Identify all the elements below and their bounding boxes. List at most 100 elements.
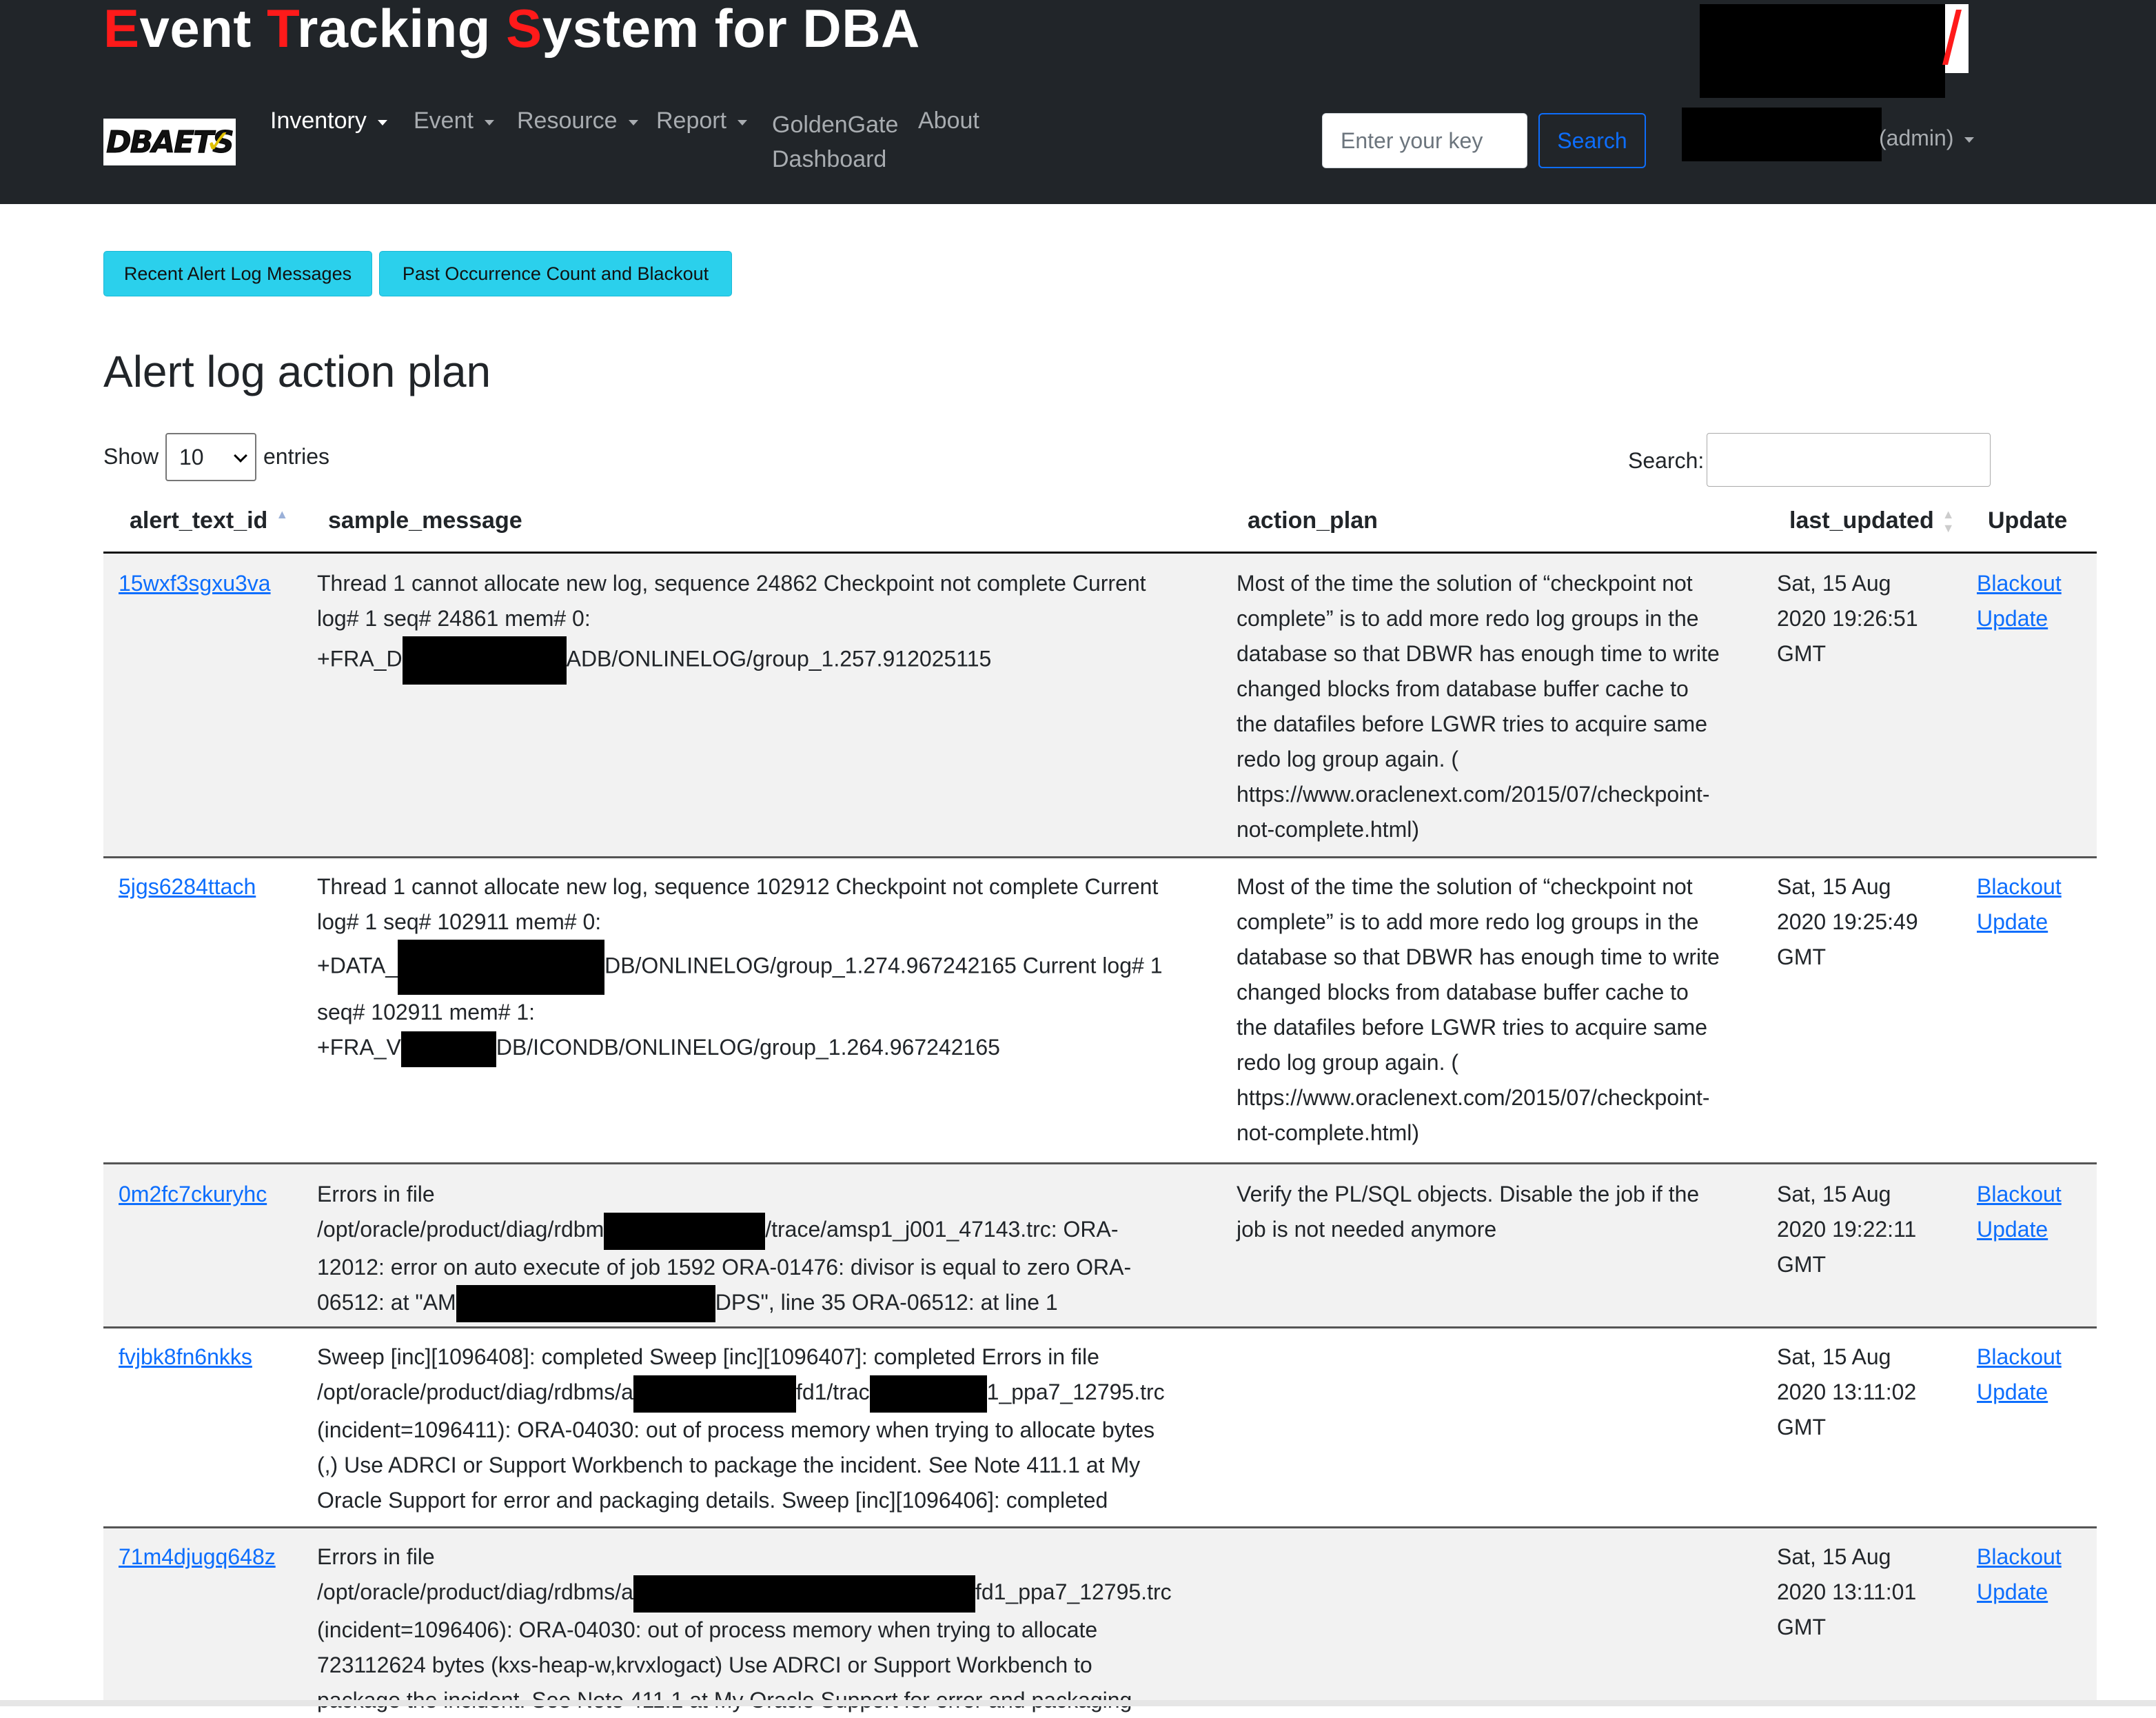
table-search-input[interactable] — [1707, 433, 1991, 487]
blackout-link[interactable]: Blackout — [1977, 1177, 2094, 1212]
plan-line: changed blocks from database buffer cach… — [1237, 980, 1689, 1004]
redacted-username — [1682, 108, 1882, 161]
date-line: 2020 19:25:49 — [1777, 909, 1918, 934]
alert-id-link[interactable]: 0m2fc7ckuryhc — [119, 1177, 325, 1212]
user-menu[interactable]: (admin) — [1879, 125, 1975, 151]
plan-line: https://www.oraclenext.com/2015/07/check… — [1237, 782, 1710, 807]
plan-line: Verify the PL/SQL objects. Disable the j… — [1237, 1182, 1700, 1206]
message-line: +FRA_D ADB/ONLINELOG/group_1.257.91202511… — [317, 636, 1213, 685]
sample-message-cell: Errors in file /opt/oracle/product/diag/… — [317, 1177, 1213, 1323]
blackout-link[interactable]: Blackout — [1977, 1340, 2094, 1375]
page-title: Alert log action plan — [103, 347, 491, 396]
redacted-text — [400, 1031, 496, 1067]
title-letter-t: T — [267, 0, 297, 59]
sort-icon: ▲ ▼ — [1942, 507, 1955, 535]
nav-event[interactable]: Event — [414, 108, 494, 134]
plan-line: the datafiles before LGWR tries to acqui… — [1237, 711, 1707, 736]
date-line: GMT — [1777, 1415, 1827, 1439]
column-header-update[interactable]: Update — [1988, 507, 2067, 534]
message-text: 06512: at "AM — [317, 1289, 456, 1315]
blackout-link[interactable]: Blackout — [1977, 566, 2094, 601]
message-line: Errors in file — [317, 1182, 435, 1206]
redacted-text — [402, 636, 567, 685]
blackout-link[interactable]: Blackout — [1977, 869, 2094, 905]
date-line: Sat, 15 Aug — [1777, 1182, 1891, 1206]
date-line: Sat, 15 Aug — [1777, 874, 1891, 899]
message-line: Thread 1 cannot allocate new log, sequen… — [317, 874, 1159, 899]
plan-line: redo log group again. ( — [1237, 1050, 1458, 1075]
date-line: Sat, 15 Aug — [1777, 1544, 1891, 1569]
dbaets-logo[interactable]: DBAETS ✓ — [103, 119, 236, 165]
update-link[interactable]: Update — [1977, 1575, 2094, 1610]
past-occurrence-count-button[interactable]: Past Occurrence Count and Blackout — [379, 251, 732, 296]
alert-id-link[interactable]: 5jgs6284ttach — [119, 869, 325, 905]
nav-inventory-label: Inventory — [270, 108, 367, 134]
entries-select-value: 10 — [179, 444, 204, 469]
nav-inventory[interactable]: Inventory — [270, 108, 387, 134]
message-text: ADB/ONLINELOG/group_1.257.912025115 — [566, 646, 992, 671]
action-plan-cell: Most of the time the solution of “checkp… — [1237, 869, 1767, 1151]
sample-message-cell: Sweep [inc][1096408]: completed Sweep [i… — [317, 1340, 1213, 1518]
plan-line: changed blocks from database buffer cach… — [1237, 676, 1689, 701]
nav-dashboard-label: Dashboard — [772, 146, 887, 172]
nav-resource[interactable]: Resource — [517, 108, 638, 134]
column-header-last-updated[interactable]: last_updated ▲ ▼ — [1789, 507, 1955, 535]
search-button[interactable]: Search — [1538, 113, 1646, 168]
redacted-corner — [1942, 4, 1969, 73]
blackout-link[interactable]: Blackout — [1977, 1539, 2094, 1575]
redacted-text — [456, 1285, 715, 1323]
action-plan-cell: Most of the time the solution of “checkp… — [1237, 566, 1767, 847]
recent-alert-log-messages-button[interactable]: Recent Alert Log Messages — [103, 251, 372, 296]
nav-resource-label: Resource — [517, 108, 618, 134]
update-cell: Blackout Update — [1977, 1340, 2094, 1410]
last-updated-cell: Sat, 15 Aug 2020 13:11:01 GMT — [1777, 1539, 1977, 1645]
show-label: Show — [103, 444, 159, 469]
redacted-text — [869, 1375, 987, 1413]
plan-line: complete” is to add more redo log groups… — [1237, 606, 1699, 631]
column-header-action-plan[interactable]: action_plan — [1248, 507, 1378, 534]
nav-about[interactable]: About — [918, 108, 979, 134]
nav-goldengate-dashboard[interactable]: GoldenGate Dashboard — [772, 108, 898, 176]
plan-line: complete” is to add more redo log groups… — [1237, 909, 1699, 934]
last-updated-cell: Sat, 15 Aug 2020 19:25:49 GMT — [1777, 869, 1977, 975]
entries-per-page-select[interactable]: 10 — [165, 433, 256, 481]
alert-id-link[interactable]: 71m4djugq648z — [119, 1539, 325, 1575]
date-line: 2020 19:26:51 — [1777, 606, 1918, 631]
message-text: +FRA_D — [317, 646, 403, 671]
title-letter-s: S — [506, 0, 542, 59]
message-line: Sweep [inc][1096408]: completed Sweep [i… — [317, 1344, 1099, 1369]
column-label: sample_message — [328, 507, 522, 534]
nav-report[interactable]: Report — [656, 108, 748, 134]
alert-id-link[interactable]: fvjbk8fn6nkks — [119, 1340, 325, 1375]
nav-event-label: Event — [414, 108, 474, 134]
message-line: +DATA_ DB/ONLINELOG/group_1.274.967242165… — [317, 940, 1213, 995]
last-updated-cell: Sat, 15 Aug 2020 19:22:11 GMT — [1777, 1177, 1977, 1282]
column-header-alert-text-id[interactable]: alert_text_id ▲ — [130, 507, 288, 534]
update-link[interactable]: Update — [1977, 1375, 2094, 1410]
message-text: DB/ICONDB/ONLINELOG/group_1.264.96724216… — [496, 1035, 1000, 1060]
redacted-block — [1700, 4, 1945, 98]
message-line: +FRA_V DB/ICONDB/ONLINELOG/group_1.264.96… — [317, 1030, 1213, 1067]
entries-label: entries — [263, 444, 330, 469]
plan-line: Most of the time the solution of “checkp… — [1237, 874, 1693, 899]
row-id-cell: 71m4djugq648z — [119, 1539, 325, 1575]
top-navbar: Event Tracking System for DBA DBAETS ✓ I… — [0, 0, 2156, 204]
column-header-sample-message[interactable]: sample_message — [328, 507, 522, 534]
message-line: /opt/oracle/product/diag/rdbms/a fd1_ppa7… — [317, 1575, 1213, 1613]
update-link[interactable]: Update — [1977, 1212, 2094, 1247]
table-row: fvjbk8fn6nkks Sweep [inc][1096408]: comp… — [103, 1328, 2097, 1528]
table-row: 0m2fc7ckuryhc Errors in file /opt/oracle… — [103, 1164, 2097, 1328]
message-text: DPS", line 35 ORA-06512: at line 1 — [715, 1289, 1058, 1315]
title-part: ystem for DBA — [542, 0, 920, 59]
caret-down-icon — [738, 119, 748, 125]
message-text: 1_ppa7_12795.trc — [986, 1380, 1165, 1404]
update-link[interactable]: Update — [1977, 905, 2094, 940]
sample-message-cell: Errors in file /opt/oracle/product/diag/… — [317, 1539, 1213, 1718]
update-link[interactable]: Update — [1977, 601, 2094, 636]
redacted-text — [633, 1375, 796, 1413]
message-text: fd1_ppa7_12795.trc — [975, 1579, 1172, 1604]
last-updated-cell: Sat, 15 Aug 2020 19:26:51 GMT — [1777, 566, 1977, 671]
global-search-input[interactable] — [1322, 113, 1527, 168]
action-plan-cell: Verify the PL/SQL objects. Disable the j… — [1237, 1177, 1767, 1247]
alert-id-link[interactable]: 15wxf3sgxu3va — [119, 566, 325, 601]
